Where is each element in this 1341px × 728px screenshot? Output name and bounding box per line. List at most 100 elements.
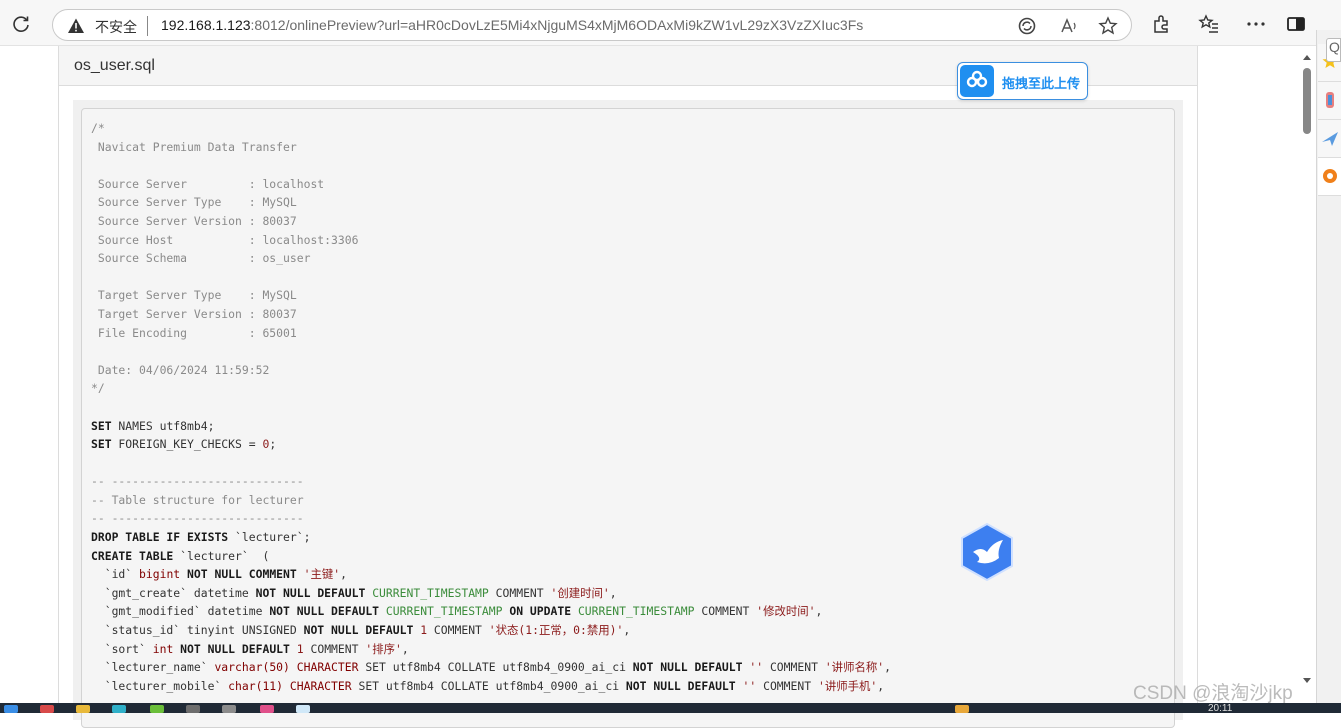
sql-string: '状态(1:正常，0:禁用)' [488, 623, 624, 638]
sql-string: '排序' [365, 641, 402, 656]
sql-keyword: NOT NULL DEFAULT [625, 678, 743, 693]
security-label[interactable]: 不安全 [95, 17, 137, 37]
sidebar-toggle-icon[interactable] [1285, 13, 1307, 35]
favorite-star-icon[interactable] [1098, 16, 1118, 36]
read-aloud-icon[interactable] [1059, 16, 1079, 36]
code-text: ; [269, 437, 277, 452]
code-text: , [623, 623, 631, 638]
code-text: `lecturer_name` [91, 660, 215, 675]
scroll-down-arrow-icon[interactable] [1300, 674, 1314, 688]
code-viewer[interactable]: /* Navicat Premium Data Transfer Source … [81, 108, 1175, 728]
more-options-icon[interactable] [1245, 13, 1267, 35]
code-line: */ [91, 381, 105, 396]
side-send-button[interactable] [1318, 120, 1341, 158]
taskbar-app-icon[interactable] [40, 705, 54, 713]
sql-string: '' [742, 678, 757, 693]
code-line: Source Host : localhost:3306 [91, 232, 359, 247]
sql-keyword: NOT NULL DEFAULT [255, 585, 373, 600]
code-text: `sort` [91, 641, 153, 656]
url-text[interactable]: 192.168.1.123:8012/onlinePreview?url=aHR… [161, 17, 863, 33]
url-host: 192.168.1.123 [161, 17, 251, 33]
code-text: `lecturer` ( [173, 548, 270, 563]
translate-icon[interactable] [1017, 16, 1037, 36]
address-separator [147, 16, 148, 36]
sql-type: char(11) [228, 678, 284, 693]
code-line: Source Schema : os_user [91, 251, 311, 266]
sql-type: CHARACTER [283, 678, 352, 693]
sql-string: '讲师名称' [824, 660, 885, 675]
code-line: Target Server Type : MySQL [91, 288, 297, 303]
code-text: `gmt_create` datetime [91, 585, 256, 600]
address-bar[interactable]: 不安全 192.168.1.123:8012/onlinePreview?url… [52, 9, 1132, 41]
reload-icon[interactable] [10, 13, 32, 35]
side-tools-button[interactable] [1318, 82, 1341, 120]
sql-keyword: NOT NULL DEFAULT [303, 623, 421, 638]
sql-string: '讲师手机' [817, 678, 878, 693]
code-comment: -- Table structure for lecturer [91, 492, 304, 507]
extensions-icon[interactable] [1150, 13, 1172, 35]
sql-code: /* Navicat Premium Data Transfer Source … [91, 119, 891, 695]
code-line: Source Server Version : 80037 [91, 213, 297, 228]
taskbar-start-icon[interactable] [4, 705, 18, 713]
tools-icon [1326, 92, 1334, 108]
taskbar-tray-icon[interactable] [955, 705, 969, 713]
warning-icon[interactable] [67, 17, 85, 35]
scrollbar-thumb[interactable] [1303, 68, 1311, 134]
side-office-button[interactable] [1318, 158, 1341, 196]
code-text: SET utf8mb4 COLLATE utf8mb4_0900_ai_ci [358, 660, 633, 675]
cloud-upload-icon [960, 65, 994, 97]
send-icon [1322, 132, 1338, 146]
code-comment: -- ---------------------------- [91, 474, 304, 489]
taskbar-app-icon[interactable] [150, 705, 164, 713]
drag-upload-button[interactable]: 拖拽至此上传 [957, 62, 1088, 100]
taskbar-clock[interactable]: 20:11 [1208, 703, 1232, 714]
code-text: , [877, 678, 885, 693]
sql-type: bigint [139, 567, 181, 582]
scroll-up-arrow-icon[interactable] [1300, 50, 1314, 64]
code-line: File Encoding : 65001 [91, 325, 297, 340]
taskbar-folder-icon[interactable] [76, 705, 90, 713]
code-line: Navicat Premium Data Transfer [91, 139, 297, 154]
url-path: :8012/onlinePreview?url=aHR0cDovLzE5Mi4x… [250, 17, 864, 33]
taskbar-app-icon[interactable] [260, 705, 274, 713]
code-line: Source Server Type : MySQL [91, 195, 297, 210]
code-text: FOREIGN_KEY_CHECKS = [111, 437, 263, 452]
code-text: SET utf8mb4 COLLATE utf8mb4_0900_ai_ci [351, 678, 626, 693]
favorites-icon[interactable] [1198, 13, 1220, 35]
code-text: `status_id` tinyint UNSIGNED [91, 623, 304, 638]
taskbar-browser-icon[interactable] [112, 705, 126, 713]
sql-function: CURRENT_TIMESTAMP [385, 604, 503, 619]
taskbar-app-icon[interactable] [296, 705, 310, 713]
code-text: COMMENT [763, 660, 825, 675]
code-text: , [815, 604, 823, 619]
sql-type: int [152, 641, 174, 656]
code-line: Date: 04/06/2024 11:59:52 [91, 362, 270, 377]
code-container: /* Navicat Premium Data Transfer Source … [73, 100, 1183, 728]
sql-keyword: NOT NULL COMMENT [180, 567, 304, 582]
code-text: `lecturer`; [228, 530, 311, 545]
sql-keyword: SET [91, 437, 112, 452]
sql-function: CURRENT_TIMESTAMP [372, 585, 489, 600]
sql-string: '创建时间' [550, 585, 610, 600]
code-text: COMMENT [756, 678, 818, 693]
code-text: NAMES utf8mb4; [111, 418, 215, 433]
code-comment: -- ---------------------------- [91, 511, 304, 526]
side-search-box[interactable]: Q [1326, 38, 1341, 62]
sql-keyword: NOT NULL DEFAULT [173, 641, 297, 656]
upload-label: 拖拽至此上传 [1002, 76, 1081, 91]
sql-string: '' [749, 660, 764, 675]
floating-assistant-bird-icon[interactable] [959, 522, 1015, 582]
sql-keyword: NOT NULL DEFAULT [269, 604, 386, 619]
sql-keyword: SET [91, 418, 112, 433]
sql-function: CURRENT_TIMESTAMP [577, 604, 695, 619]
sql-string: '修改时间' [756, 604, 816, 619]
taskbar-app-icon[interactable] [222, 705, 236, 713]
code-text: COMMENT [427, 623, 489, 638]
code-text: COMMENT [488, 585, 551, 600]
code-text: `id` [91, 567, 140, 582]
code-line: Source Server : localhost [91, 176, 325, 191]
sql-string: '主键' [303, 567, 341, 582]
page-scrollbar[interactable] [1300, 48, 1314, 688]
preview-panel: os_user.sql /* Navicat Premium Data Tran… [58, 46, 1198, 728]
taskbar-terminal-icon[interactable] [186, 705, 200, 713]
